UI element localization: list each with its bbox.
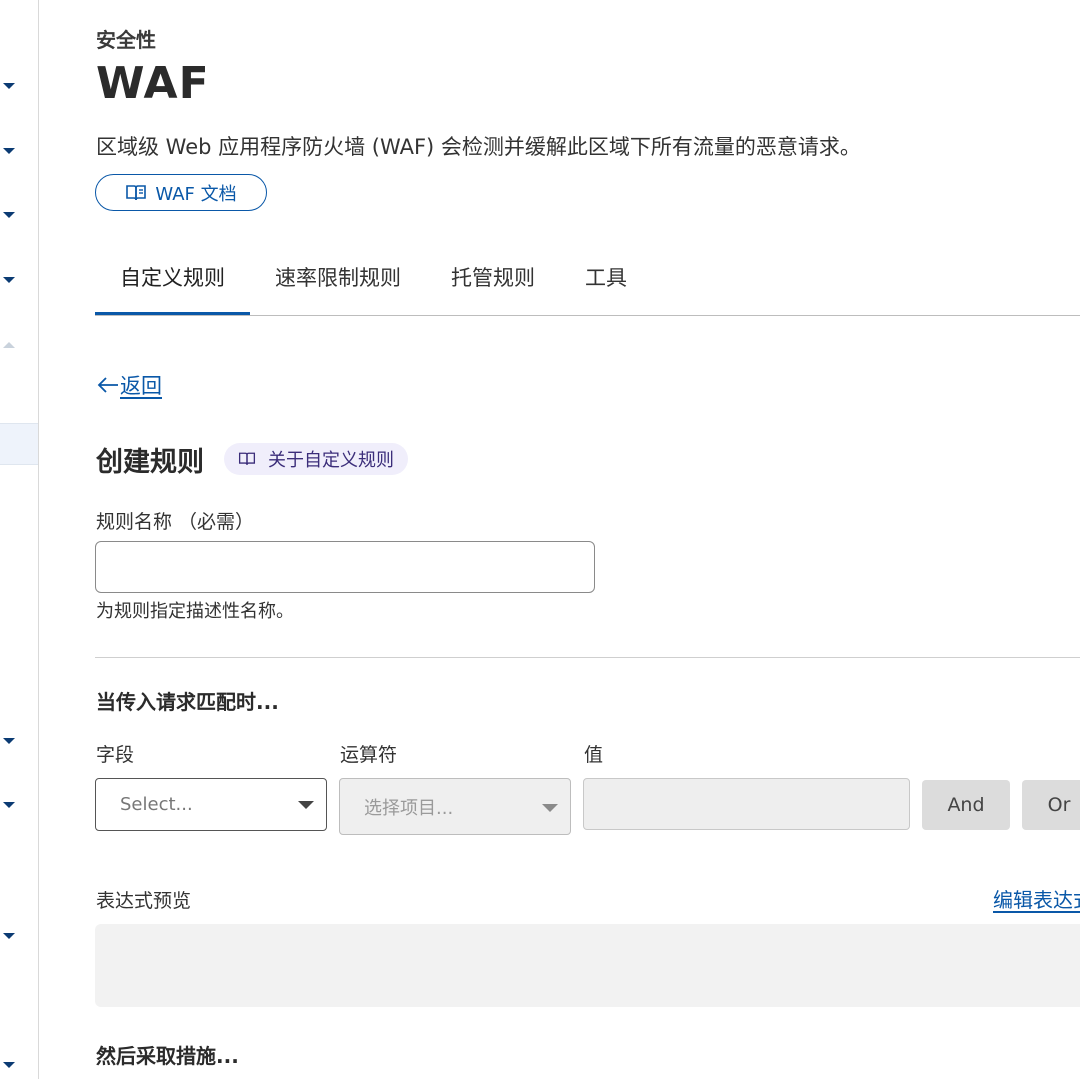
chevron-down-icon[interactable] bbox=[3, 933, 15, 939]
match-heading: 当传入请求匹配时... bbox=[96, 690, 279, 714]
edit-expression-link[interactable]: 编辑表达式 bbox=[993, 884, 1080, 913]
sidebar-active-item[interactable] bbox=[0, 423, 38, 465]
value-input bbox=[583, 778, 910, 830]
rule-name-hint: 为规则指定描述性名称。 bbox=[96, 601, 294, 622]
tab-managed-rules[interactable]: 托管规则 bbox=[426, 252, 560, 315]
chevron-down-icon[interactable] bbox=[3, 738, 15, 744]
tab-rate-limit-rules[interactable]: 速率限制规则 bbox=[250, 252, 426, 315]
waf-docs-button[interactable]: WAF 文档 bbox=[95, 174, 267, 211]
value-label: 值 bbox=[584, 744, 604, 766]
page-title: WAF bbox=[96, 58, 210, 109]
about-custom-rules-link[interactable]: 关于自定义规则 bbox=[224, 443, 408, 475]
field-label: 字段 bbox=[96, 744, 135, 766]
book-icon bbox=[126, 184, 147, 200]
chevron-down-icon[interactable] bbox=[3, 277, 15, 283]
operator-label: 运算符 bbox=[340, 744, 398, 766]
chevron-down-icon bbox=[298, 801, 314, 809]
chevron-down-icon[interactable] bbox=[3, 802, 15, 808]
chevron-down-icon[interactable] bbox=[3, 1062, 15, 1068]
action-heading: 然后采取措施... bbox=[96, 1044, 239, 1068]
chevron-down-icon[interactable] bbox=[3, 148, 15, 154]
waf-docs-label: WAF 文档 bbox=[155, 183, 237, 205]
operator-select-placeholder: 选择项目... bbox=[364, 797, 454, 819]
or-button[interactable]: Or bbox=[1022, 780, 1080, 830]
book-icon bbox=[238, 452, 256, 465]
section-divider bbox=[95, 657, 1080, 658]
expression-preview-label: 表达式预览 bbox=[96, 890, 192, 912]
back-link-label: 返回 bbox=[120, 374, 162, 398]
operator-select: 选择项目... bbox=[339, 778, 571, 835]
back-link[interactable]: 返回 bbox=[96, 370, 162, 400]
chevron-down-icon[interactable] bbox=[3, 83, 15, 89]
tab-custom-rules[interactable]: 自定义规则 bbox=[95, 252, 250, 315]
breadcrumb: 安全性 bbox=[96, 28, 156, 52]
chevron-up-icon[interactable] bbox=[3, 342, 15, 348]
expression-preview-box bbox=[95, 924, 1080, 1007]
about-custom-rules-label: 关于自定义规则 bbox=[268, 450, 394, 471]
chevron-down-icon bbox=[542, 804, 558, 812]
tab-bar: 自定义规则 速率限制规则 托管规则 工具 bbox=[95, 252, 1080, 316]
tab-tools[interactable]: 工具 bbox=[560, 252, 652, 315]
page-description: 区域级 Web 应用程序防火墙 (WAF) 会检测并缓解此区域下所有流量的恶意请… bbox=[96, 135, 861, 159]
sidebar bbox=[0, 0, 39, 1079]
field-select[interactable]: Select... bbox=[95, 778, 327, 831]
chevron-down-icon[interactable] bbox=[3, 212, 15, 218]
arrow-left-icon bbox=[97, 377, 118, 393]
create-rule-heading: 创建规则 bbox=[96, 447, 204, 478]
rule-name-label: 规则名称 （必需） bbox=[96, 511, 255, 533]
rule-name-input[interactable] bbox=[95, 541, 595, 593]
field-select-placeholder: Select... bbox=[120, 794, 193, 815]
and-button[interactable]: And bbox=[922, 780, 1010, 830]
